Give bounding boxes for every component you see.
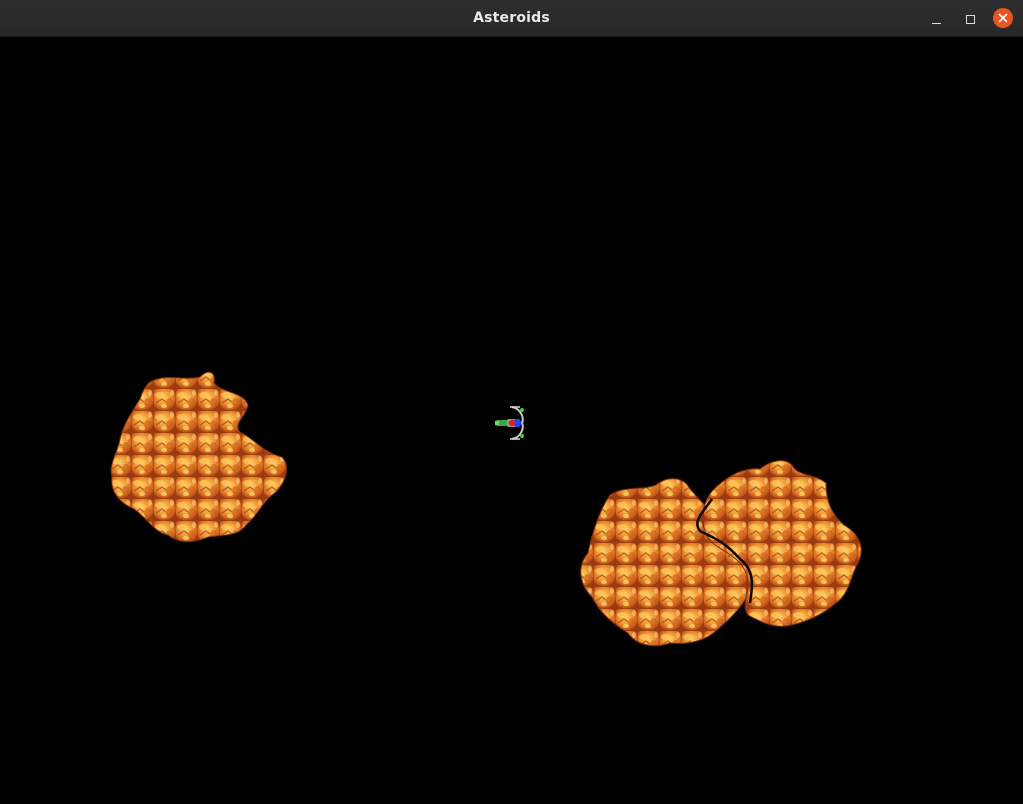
- asteroid-icon: [110, 371, 287, 543]
- close-icon: [998, 13, 1008, 23]
- asteroid-right-pair: [580, 460, 862, 647]
- window-title: Asteroids: [473, 10, 550, 26]
- title-bar[interactable]: Asteroids: [0, 0, 1023, 37]
- asteroid-left: [110, 371, 287, 543]
- spaceship-icon: [495, 406, 524, 440]
- player-ship: [495, 406, 524, 440]
- maximize-button[interactable]: [960, 9, 980, 29]
- minimize-icon: [931, 22, 941, 24]
- close-button[interactable]: [993, 8, 1013, 28]
- game-canvas[interactable]: [0, 37, 1023, 804]
- minimize-button[interactable]: [926, 9, 946, 29]
- maximize-icon: [965, 14, 975, 24]
- app-window: Asteroids: [0, 0, 1023, 804]
